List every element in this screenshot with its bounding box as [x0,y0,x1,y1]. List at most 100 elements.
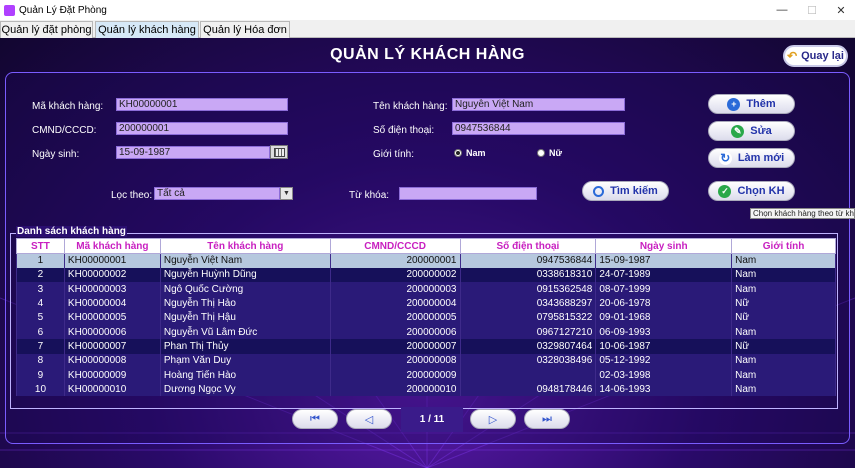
cell-ten-kh: Phan Thị Thủy [159,339,331,354]
table-row[interactable]: 4 KH00000004 Nguyễn Thị Hảo 200000004 034368… [16,296,836,311]
col-gioi-tinh[interactable]: Giới tính [731,238,836,254]
ma-kh-field[interactable]: KH00000001 [116,98,288,111]
col-sdt[interactable]: Số điện thoại [459,238,597,254]
radio-nu-dot [537,149,545,157]
tab-quan-ly-dat-phong[interactable]: Quản lý đặt phòng [0,21,93,38]
back-arrow-icon: ↶ [787,49,798,63]
table-row[interactable]: 8 KH00000008 Phạm Văn Duy 200000008 03280384… [16,353,836,368]
radio-nu[interactable]: Nữ [537,148,562,158]
prev-page-button[interactable]: ◁ [346,409,392,429]
cell-ngay-sinh: 06-09-1993 [595,324,733,340]
cell-sdt: 0795815322 [459,310,597,325]
cell-cmnd: 200000010 [329,382,461,397]
cell-cmnd: 200000007 [329,339,461,354]
cmnd-field[interactable]: 200000001 [116,122,288,135]
next-page-button[interactable]: ▷ [470,409,516,429]
them-label: Thêm [746,98,776,110]
col-ten-kh[interactable]: Tên khách hàng [159,238,331,254]
chon-kh-button[interactable]: ✓ Chọn KH [708,181,795,201]
cell-ten-kh: Ngô Quốc Cường [159,282,331,297]
cell-ngay-sinh: 05-12-1992 [595,353,733,368]
cell-cmnd: 200000001 [329,253,461,268]
tab-quan-ly-khach-hang[interactable]: Quản lý khách hàng [95,21,199,38]
minimize-button[interactable]: — [767,0,797,20]
cell-sdt: 0947536844 [459,253,597,268]
col-cmnd[interactable]: CMND/CCCD [329,238,461,254]
table-row[interactable]: 7 KH00000007 Phan Thị Thủy 200000007 0329807… [16,339,836,354]
tu-khoa-field[interactable] [399,187,537,200]
cell-cmnd: 200000005 [329,310,461,325]
cell-sdt: 0328038496 [459,353,597,368]
first-page-icon: ⏮ [310,412,320,425]
ten-kh-field[interactable]: Nguyễn Việt Nam [452,98,625,111]
close-button[interactable]: ✕ [826,0,855,20]
cell-sdt: 0948178446 [459,382,597,397]
calendar-icon [273,147,285,157]
table-row[interactable]: 6 KH00000006 Nguyễn Vũ Lâm Đức 200000006 096… [16,324,836,340]
cell-stt: 5 [16,310,65,325]
lam-moi-label: Làm mới [737,152,785,164]
tab-quan-ly-hoa-don[interactable]: Quản lý Hóa đơn [200,21,290,38]
first-page-button[interactable]: ⏮ [292,409,338,429]
cmnd-label: CMND/CCCD: [32,125,97,136]
window-titlebar: Quản Lý Đặt Phòng — ☐ ✕ [0,0,855,20]
cell-gioi-tinh: Nam [731,282,836,297]
page-title: QUẢN LÝ KHÁCH HÀNG [330,46,525,63]
sua-label: Sửa [750,125,772,137]
sdt-field[interactable]: 0947536844 [452,122,625,135]
ngay-sinh-field[interactable]: 15-09-1987 [116,146,270,159]
cell-cmnd: 200000006 [329,324,461,340]
chevron-down-icon[interactable]: ▼ [280,187,293,200]
table-row[interactable]: 9 KH00000009 Hoàng Tiến Hào 200000009 02-03-… [16,367,836,383]
back-button[interactable]: ↶ Quay lại [783,45,848,67]
cell-ma-kh: KH00000008 [63,353,161,368]
col-ngay-sinh[interactable]: Ngày sinh [595,238,733,254]
cell-stt: 1 [16,253,65,268]
radio-nam-label: Nam [466,148,486,158]
cell-ten-kh: Nguyễn Thị Hảo [159,296,331,311]
cell-ngay-sinh: 09-01-1968 [595,310,733,325]
col-ma-kh[interactable]: Mã khách hàng [63,238,161,254]
tab-bar: Quản lý đặt phòng Quản lý khách hàng Quả… [0,20,855,38]
cell-gioi-tinh: Nam [731,324,836,340]
cell-stt: 4 [16,296,65,311]
sua-button[interactable]: ✎ Sửa [708,121,795,141]
radio-nam[interactable]: Nam [454,148,486,158]
col-stt[interactable]: STT [16,238,65,254]
customer-list-title: Danh sách khách hàng [16,226,127,237]
cell-ma-kh: KH00000009 [63,367,161,383]
cell-cmnd: 200000004 [329,296,461,311]
cell-ngay-sinh: 24-07-1989 [595,267,733,283]
cell-ngay-sinh: 20-06-1978 [595,296,733,311]
table-row[interactable]: 10 KH00000010 Dương Ngọc Vy 200000010 094817… [16,382,836,397]
cell-stt: 3 [16,282,65,297]
window-title: Quản Lý Đặt Phòng [19,4,107,16]
tim-kiem-button[interactable]: Tìm kiếm [582,181,669,201]
them-button[interactable]: + Thêm [708,94,795,114]
cell-stt: 8 [16,353,65,368]
maximize-button[interactable]: ☐ [797,0,827,20]
table-row[interactable]: 5 KH00000005 Nguyễn Thị Hậu 200000005 079581… [16,310,836,325]
table-row[interactable]: 2 KH00000002 Nguyễn Huỳnh Dũng 200000002 033… [16,267,836,283]
lam-moi-button[interactable]: ↻ Làm mới [708,148,795,168]
cell-cmnd: 200000003 [329,282,461,297]
main-content: QUẢN LÝ KHÁCH HÀNG ↶ Quay lại Mã khách h… [0,38,855,468]
last-page-button[interactable]: ⏭ [524,409,570,429]
loc-theo-label: Lọc theo: [111,190,153,201]
cell-ma-kh: KH00000007 [63,339,161,354]
cell-gioi-tinh: Nữ [731,296,836,311]
table-row[interactable]: 3 KH00000003 Ngô Quốc Cường 200000003 091536… [16,282,836,297]
next-page-icon: ▷ [488,413,498,426]
cell-sdt: 0915362548 [459,282,597,297]
calendar-button[interactable] [270,145,288,159]
loc-theo-select[interactable]: Tất cả [154,187,280,200]
cell-stt: 2 [16,267,65,283]
ten-kh-label: Tên khách hàng: [373,101,448,112]
table-row[interactable]: 1 KH00000001 Nguyễn Việt Nam 200000001 09475… [16,253,836,268]
cell-sdt: 0343688297 [459,296,597,311]
cell-ngay-sinh: 15-09-1987 [595,253,733,268]
chon-kh-label: Chọn KH [737,185,785,197]
cell-ten-kh: Phạm Văn Duy [159,353,331,368]
cell-gioi-tinh: Nam [731,267,836,283]
cell-sdt: 0329807464 [459,339,597,354]
